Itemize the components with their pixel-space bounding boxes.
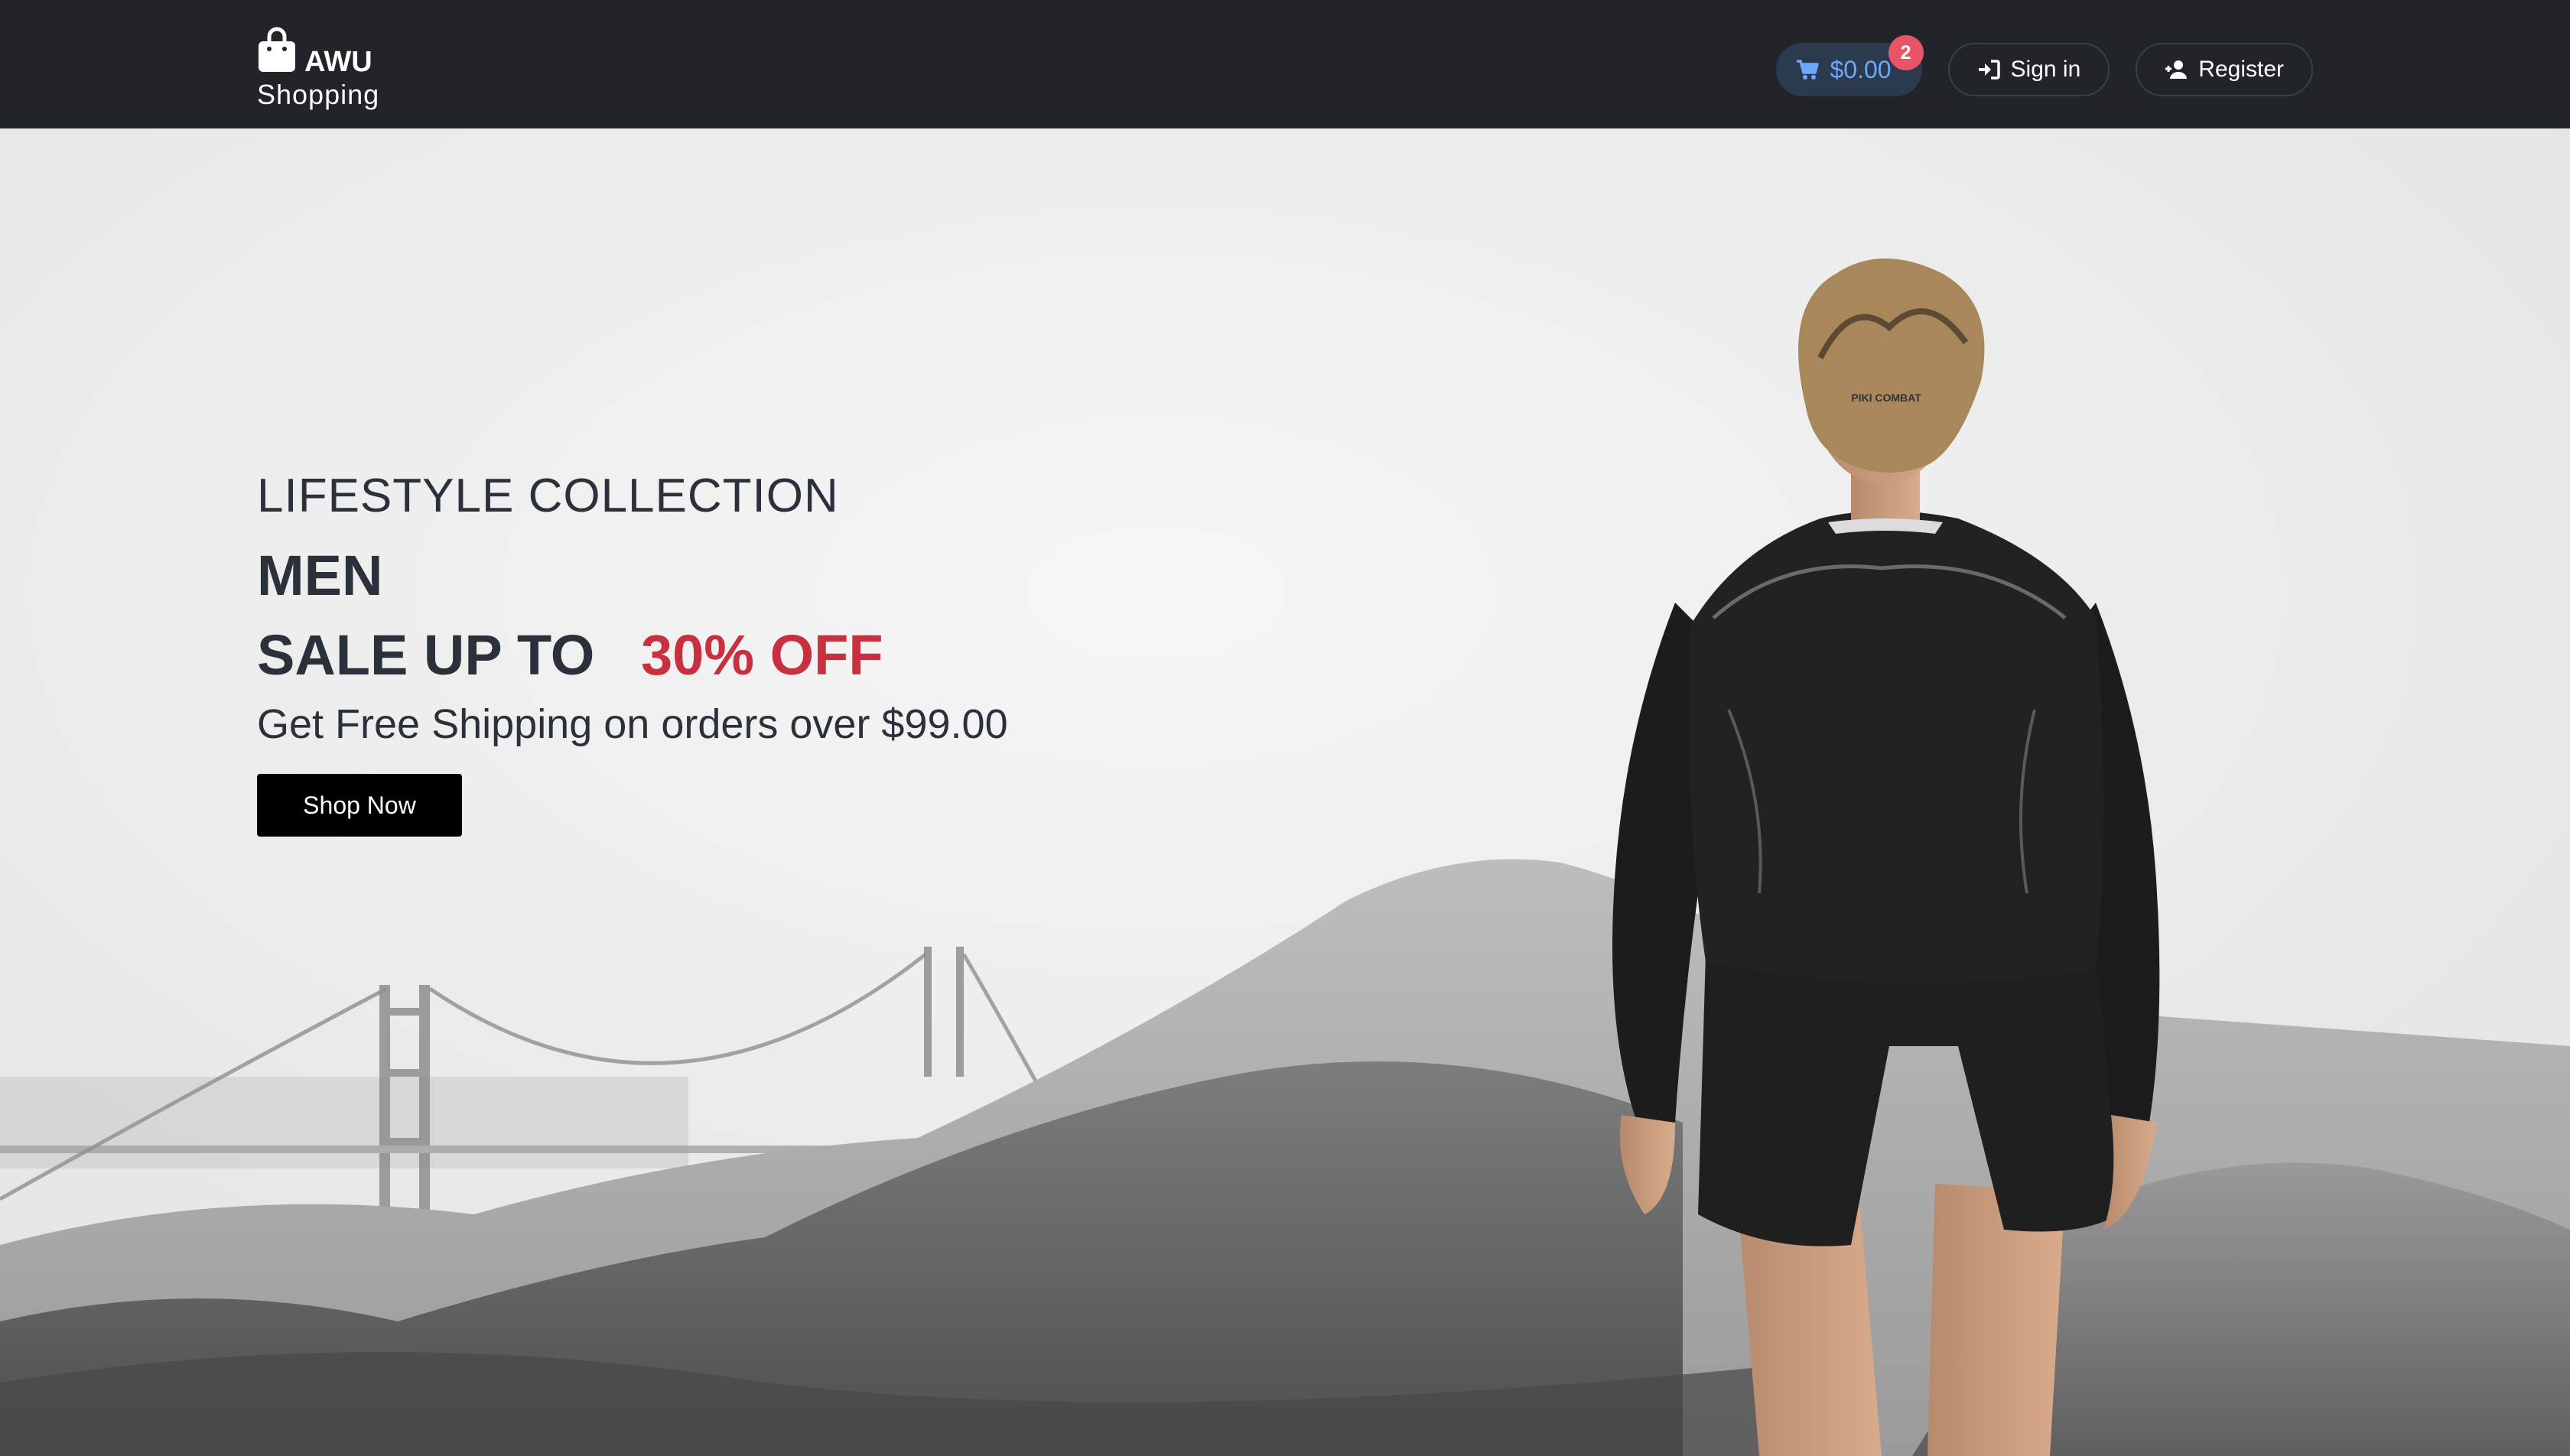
register-button[interactable]: Register bbox=[2136, 43, 2313, 96]
brand-name: AWU bbox=[304, 46, 372, 78]
brand-subtitle: Shopping bbox=[257, 79, 380, 110]
cart-total: $0.00 bbox=[1830, 55, 1892, 83]
svg-text:PIKI COMBAT: PIKI COMBAT bbox=[1851, 392, 1921, 404]
hero-tagline: LIFESTYLE COLLECTION bbox=[257, 470, 839, 522]
user-plus-icon bbox=[2165, 60, 2188, 79]
hero-sale: SALE UP TO 30% OFF bbox=[257, 627, 1251, 684]
cart-count-badge: 2 bbox=[1888, 35, 1924, 70]
register-label: Register bbox=[2198, 57, 2284, 82]
shirt-collar-print: PIKI COMBAT bbox=[1851, 392, 1921, 404]
sale-percent: 30% OFF bbox=[640, 623, 883, 687]
sale-prefix: SALE UP TO bbox=[257, 623, 595, 687]
navbar: AWU Shopping $0.00 2 Sign in Register bbox=[0, 0, 2570, 128]
sign-in-button[interactable]: Sign in bbox=[1947, 43, 2110, 96]
shipping-note: Get Free Shipping on orders over $99.00 bbox=[257, 701, 1008, 747]
cart-icon bbox=[1797, 60, 1820, 80]
brand-logo[interactable]: AWU Shopping bbox=[257, 26, 410, 118]
hero-copy: LIFESTYLE COLLECTION MEN SALE UP TO 30% … bbox=[257, 473, 1251, 837]
cart-button[interactable]: $0.00 2 bbox=[1776, 35, 1924, 96]
hero-banner: PIKI COMBAT LIFESTYLE COLLECTION MEN SAL… bbox=[0, 128, 2570, 1456]
sign-in-icon bbox=[1978, 60, 2000, 80]
shop-now-button[interactable]: Shop Now bbox=[257, 774, 462, 837]
header-actions: $0.00 2 Sign in Register bbox=[1776, 35, 2313, 96]
sign-in-label: Sign in bbox=[2010, 57, 2081, 82]
hero-headline: MEN bbox=[257, 544, 383, 607]
shopping-bag-icon bbox=[259, 27, 295, 72]
